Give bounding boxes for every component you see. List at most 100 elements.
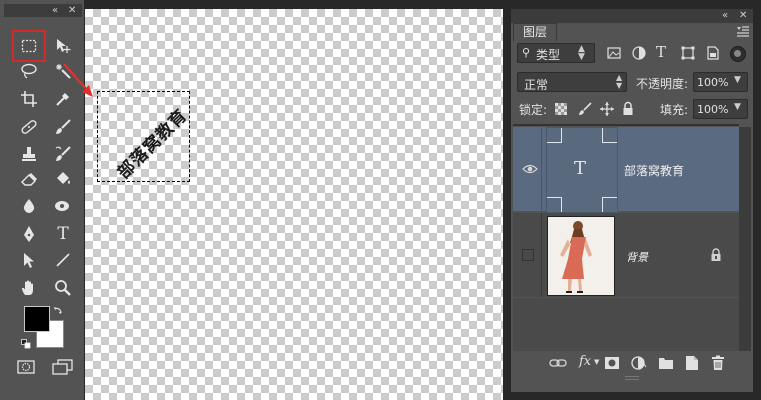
lasso-tool[interactable] xyxy=(18,60,40,82)
layer-name[interactable]: 部落窝教育 xyxy=(624,162,684,179)
lock-pixels-icon[interactable] xyxy=(577,101,593,117)
divider xyxy=(541,127,542,211)
clone-stamp-tool[interactable] xyxy=(18,143,40,165)
chevron-down-icon[interactable]: ▼ xyxy=(734,75,741,85)
resize-grip-icon[interactable] xyxy=(625,376,639,380)
woman-photo-icon xyxy=(560,221,592,293)
hand-icon xyxy=(22,280,33,295)
path-selection-tool[interactable] xyxy=(18,249,40,271)
dropdown-dot-icon: ▼ xyxy=(594,358,600,366)
magnifier-icon xyxy=(55,280,71,296)
default-colors-icon[interactable] xyxy=(21,338,31,349)
layers-footer: fx ▼ xyxy=(511,352,753,374)
layer-name[interactable]: 背景 xyxy=(626,249,648,265)
filter-shape-icon[interactable] xyxy=(680,45,696,61)
filter-adjustment-icon[interactable] xyxy=(631,45,647,61)
paint-bucket-tool[interactable] xyxy=(52,168,74,190)
line-tool[interactable] xyxy=(52,249,74,271)
filter-toggle-switch[interactable] xyxy=(730,46,746,62)
history-brush-tool[interactable] xyxy=(52,143,74,165)
move-tool[interactable] xyxy=(52,35,74,57)
pen-icon xyxy=(24,226,34,242)
layers-panel-topbar: « ✕ xyxy=(511,9,753,23)
blend-mode-select[interactable]: 正常 ▲ ▼ xyxy=(517,72,627,92)
layers-list-empty-area xyxy=(513,298,739,351)
lock-position-icon[interactable] xyxy=(599,101,615,117)
thumb-corner xyxy=(602,197,617,212)
text-layer-thumbnail: T xyxy=(546,127,618,213)
annotation-arrow xyxy=(63,63,93,97)
panel-collapse-icon[interactable]: « xyxy=(722,9,728,22)
tab-layers[interactable]: 图层 xyxy=(513,23,557,41)
close-icon[interactable]: ✕ xyxy=(68,4,76,17)
type-icon: T xyxy=(57,224,69,244)
filter-kind-label: 类型 xyxy=(536,48,561,62)
filter-pixel-icon[interactable] xyxy=(606,45,622,61)
marquee-rect-icon xyxy=(21,39,37,53)
divider xyxy=(541,213,542,297)
fill-input[interactable]: 100% ▼ xyxy=(693,99,748,119)
quick-mask-icon[interactable] xyxy=(16,358,38,376)
panel-menu-icon[interactable] xyxy=(736,25,750,37)
eraser-icon xyxy=(21,173,37,186)
document-canvas[interactable] xyxy=(85,9,503,400)
layers-panel-bottom xyxy=(511,374,753,382)
toolbox-header: « ✕ xyxy=(4,4,82,17)
thumb-corner xyxy=(547,128,562,143)
zoom-tool[interactable] xyxy=(52,277,74,299)
filter-kind-select[interactable]: ⚲ 类型 ▲ ▼ xyxy=(517,43,595,63)
opacity-input[interactable]: 100% ▼ xyxy=(693,72,748,92)
arrow-icon xyxy=(24,253,34,268)
fill-label: 填充: xyxy=(660,103,689,117)
dodge-tool[interactable] xyxy=(52,195,74,217)
history-brush-icon xyxy=(55,146,71,161)
move-icon xyxy=(57,39,71,53)
dodge-icon xyxy=(55,201,69,211)
lock-transparent-icon[interactable] xyxy=(555,103,567,115)
screen-mode-icon[interactable] xyxy=(50,358,74,376)
type-thumb-icon: T xyxy=(574,158,587,179)
visibility-toggle[interactable] xyxy=(522,249,534,261)
filter-type-icon[interactable]: T xyxy=(656,43,666,61)
filter-smart-object-icon[interactable] xyxy=(705,45,721,61)
group-folder-icon[interactable] xyxy=(658,356,674,370)
divider xyxy=(513,124,739,126)
layer-mask-icon[interactable] xyxy=(604,356,620,370)
stamp-icon xyxy=(22,147,36,161)
rectangular-marquee-tool[interactable] xyxy=(18,35,40,57)
healing-brush-tool[interactable] xyxy=(18,116,40,138)
trash-icon[interactable] xyxy=(711,355,725,371)
lock-all-icon[interactable] xyxy=(621,101,635,117)
spinner-icon: ▲ ▼ xyxy=(616,73,623,90)
selection-text: 部落窝教育 xyxy=(113,105,192,184)
line-icon xyxy=(56,253,70,267)
lock-icon xyxy=(710,248,722,262)
foreground-color-swatch[interactable] xyxy=(24,306,50,332)
eraser-tool[interactable] xyxy=(18,168,40,190)
panel-close-icon[interactable]: ✕ xyxy=(739,9,747,22)
search-icon: ⚲ xyxy=(522,46,531,59)
thumb-corner xyxy=(547,197,562,212)
crop-tool[interactable] xyxy=(18,88,40,110)
eye-icon[interactable] xyxy=(521,162,539,176)
layers-scrollbar[interactable] xyxy=(739,127,751,351)
opacity-label: 不透明度: xyxy=(636,77,689,91)
blur-tool[interactable] xyxy=(18,195,40,217)
brush-tool[interactable] xyxy=(52,116,74,138)
band-aid-icon xyxy=(21,120,37,134)
link-layers-icon[interactable] xyxy=(549,356,567,370)
type-tool[interactable]: T xyxy=(52,223,74,245)
fill-value: 100% xyxy=(697,103,729,116)
hand-tool[interactable] xyxy=(18,277,40,299)
lock-label: 锁定: xyxy=(519,103,548,117)
new-layer-icon[interactable] xyxy=(685,355,699,371)
pen-tool[interactable] xyxy=(18,223,40,245)
bucket-icon xyxy=(57,172,70,184)
layer-row-background[interactable]: 背景 xyxy=(513,213,739,297)
adjustment-layer-icon[interactable] xyxy=(631,356,647,370)
fx-icon[interactable]: fx xyxy=(579,354,591,369)
layer-row-text[interactable]: T 部落窝教育 xyxy=(513,127,739,213)
chevron-down-icon[interactable]: ▼ xyxy=(734,102,741,112)
swap-colors-icon[interactable] xyxy=(53,305,63,315)
collapse-icon[interactable]: « xyxy=(52,4,58,17)
